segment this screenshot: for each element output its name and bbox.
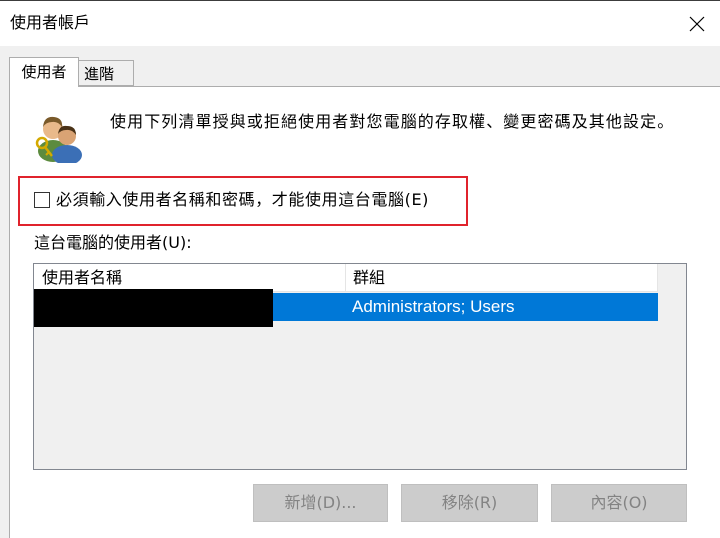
users-list-label: 這台電腦的使用者(U): [34, 233, 192, 252]
users-tab-panel: 使用下列清單授與或拒絕使用者對您電腦的存取權、變更密碼及其他設定。 必須輸入使用… [9, 86, 720, 538]
description-text: 使用下列清單授與或拒絕使用者對您電腦的存取權、變更密碼及其他設定。 [110, 112, 675, 131]
tab-advanced[interactable]: 進階 [78, 60, 134, 86]
users-key-icon [35, 116, 82, 163]
tab-users[interactable]: 使用者 [9, 57, 79, 87]
remove-button[interactable]: 移除(R) [401, 484, 538, 522]
add-button[interactable]: 新增(D)... [253, 484, 388, 522]
require-login-option[interactable]: 必須輸入使用者名稱和密碼，才能使用這台電腦(E) [34, 190, 429, 210]
column-header-group[interactable]: 群組 [346, 264, 658, 292]
user-group-cell: Administrators; Users [352, 297, 515, 316]
column-header-username[interactable]: 使用者名稱 [34, 264, 346, 292]
window-title: 使用者帳戶 [10, 13, 91, 32]
list-header: 使用者名稱 群組 [34, 264, 658, 292]
require-login-checkbox[interactable] [34, 192, 50, 208]
redaction-block [34, 289, 273, 327]
user-list[interactable]: 使用者名稱 群組 Administrators; Users [33, 263, 687, 470]
title-bar: 使用者帳戶 [0, 0, 720, 46]
close-button[interactable] [674, 1, 720, 46]
close-icon [689, 16, 705, 31]
require-login-label: 必須輸入使用者名稱和密碼，才能使用這台電腦(E) [56, 190, 429, 209]
tab-strip: 使用者 進階 [0, 46, 720, 87]
properties-button[interactable]: 內容(O) [551, 484, 687, 522]
